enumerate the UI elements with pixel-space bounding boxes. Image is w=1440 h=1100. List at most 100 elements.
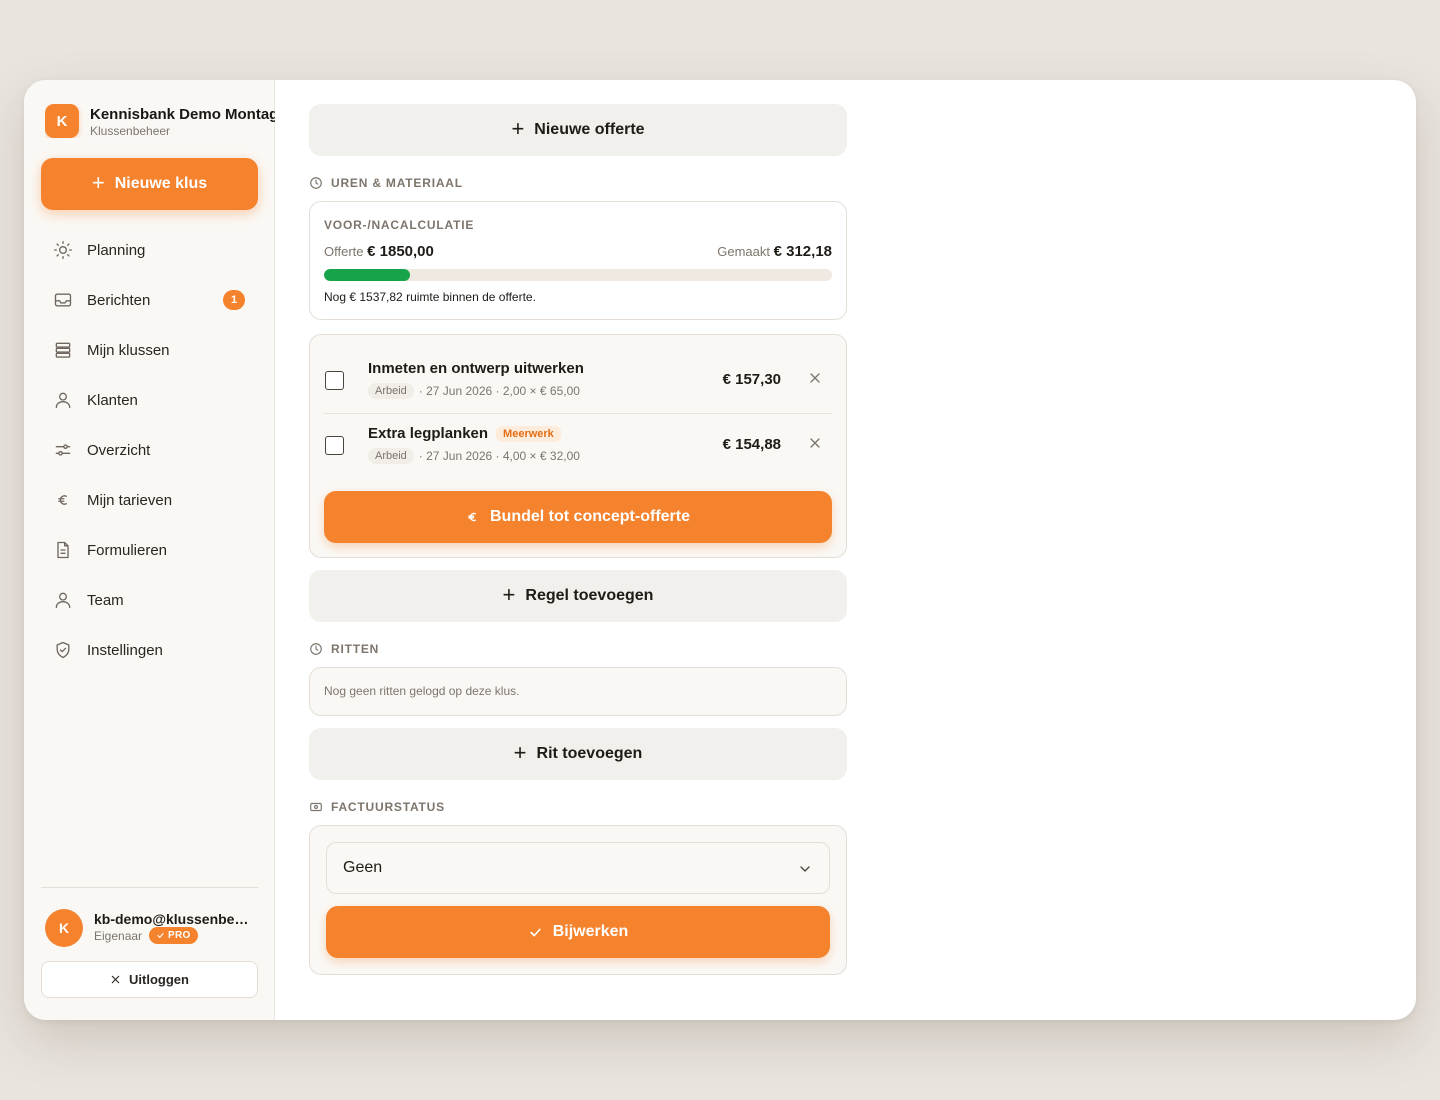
chevron-down-icon xyxy=(800,866,810,872)
hours-section-label: UREN & MATERIAAL xyxy=(331,176,463,190)
add-line-button[interactable]: + Regel toevoegen xyxy=(309,570,847,622)
bundle-quote-button[interactable]: Bundel tot concept-offerte xyxy=(324,491,832,543)
close-icon[interactable] xyxy=(807,435,823,451)
check-icon xyxy=(157,933,164,938)
brand[interactable]: K Kennisbank Demo Montage Klussenbeheer xyxy=(45,104,275,138)
sidebar-nav: Planning Berichten 1 Mijn klussen Klante… xyxy=(41,225,258,675)
logout-label: Uitloggen xyxy=(129,972,189,987)
new-job-button[interactable]: + Nieuwe klus xyxy=(41,158,258,210)
line-item-meta: Arbeid · 27 Jun 2026 · 4,00 × € 32,00 xyxy=(368,448,580,464)
hours-section-heading: UREN & MATERIAAL xyxy=(309,175,463,191)
sidebar-item-formulieren[interactable]: Formulieren xyxy=(41,525,258,575)
quote-amount: Offerte € 1850,00 xyxy=(324,243,434,260)
update-button[interactable]: Bijwerken xyxy=(326,906,830,958)
euro-icon xyxy=(468,512,477,522)
add-trip-button[interactable]: + Rit toevoegen xyxy=(309,728,847,780)
new-quote-label: Nieuwe offerte xyxy=(534,121,645,138)
check-icon xyxy=(530,928,541,936)
add-line-label: Regel toevoegen xyxy=(525,587,654,604)
new-quote-button[interactable]: + Nieuwe offerte xyxy=(309,104,847,156)
spent-amount-label: Gemaakt xyxy=(717,244,770,259)
sidebar-item-label: Overzicht xyxy=(87,441,151,459)
quote-amount-label: Offerte xyxy=(324,244,364,259)
quote-amount-value: € 1850,00 xyxy=(367,243,434,260)
sidebar-item-berichten[interactable]: Berichten 1 xyxy=(41,275,258,325)
sidebar-item-overzicht[interactable]: Overzicht xyxy=(41,425,258,475)
close-icon xyxy=(111,975,120,984)
type-tag: Arbeid xyxy=(368,448,414,464)
sidebar-item-label: Planning xyxy=(87,241,146,259)
sun-icon xyxy=(54,241,73,259)
invoice-section-heading: FACTUURSTATUS xyxy=(309,799,445,815)
brand-logo: K xyxy=(45,104,79,138)
sidebar-item-label: Klanten xyxy=(87,391,138,409)
sidebar-item-mijn-klussen[interactable]: Mijn klussen xyxy=(41,325,258,375)
invoice-status-select[interactable]: Geen xyxy=(326,842,830,894)
bundle-quote-label: Bundel tot concept-offerte xyxy=(490,508,690,525)
line-item-checkbox[interactable] xyxy=(325,436,344,455)
sidebar-divider xyxy=(41,887,258,888)
line-item-title-text: Inmeten en ontwerp uitwerken xyxy=(368,360,584,377)
invoice-section-label: FACTUURSTATUS xyxy=(331,800,445,814)
update-label: Bijwerken xyxy=(552,923,629,940)
add-trip-label: Rit toevoegen xyxy=(536,745,643,762)
pro-badge: PRO xyxy=(149,927,198,944)
plus-icon: + xyxy=(511,116,525,141)
app-window: K Kennisbank Demo Montage Klussenbeheer … xyxy=(24,80,1416,1020)
shield-icon xyxy=(56,641,70,659)
invoice-card: Geen Bijwerken xyxy=(309,825,847,975)
line-item-title-text: Extra legplanken xyxy=(368,425,489,442)
user-role: Eigenaar xyxy=(94,929,143,943)
euro-icon xyxy=(58,495,67,505)
brand-name: Kennisbank Demo Montage xyxy=(90,106,275,123)
sidebar-item-klanten[interactable]: Klanten xyxy=(41,375,258,425)
line-item-checkbox[interactable] xyxy=(325,371,344,390)
line-item-title: Inmeten en ontwerp uitwerken xyxy=(368,360,584,377)
plus-icon: + xyxy=(513,740,527,765)
calculation-card: VOOR-/NACALCULATIE Offerte € 1850,00 Gem… xyxy=(309,201,847,320)
line-item-price: € 154,88 xyxy=(722,436,781,453)
sidebar-item-label: Instellingen xyxy=(87,641,163,659)
stack-icon xyxy=(55,342,71,358)
sidebar: K Kennisbank Demo Montage Klussenbeheer … xyxy=(24,80,275,1020)
brand-subtitle: Klussenbeheer xyxy=(90,124,171,138)
invoice-status-value: Geen xyxy=(343,859,383,876)
sidebar-item-instellingen[interactable]: Instellingen xyxy=(41,625,258,675)
sidebar-item-label: Mijn tarieven xyxy=(87,491,173,509)
plus-icon: + xyxy=(502,582,516,607)
avatar: K xyxy=(45,909,83,947)
banknote-icon xyxy=(310,802,322,812)
user-icon xyxy=(55,392,71,409)
sidebar-item-label: Berichten xyxy=(87,291,151,309)
budget-progress-bar xyxy=(324,269,832,281)
budget-remaining-note: Nog € 1537,82 ruimte binnen de offerte. xyxy=(324,290,536,304)
clock-icon xyxy=(310,177,322,189)
line-items-card: Inmeten en ontwerp uitwerken Arbeid · 27… xyxy=(309,334,847,558)
sidebar-item-label: Team xyxy=(87,591,124,609)
sidebar-item-team[interactable]: Team xyxy=(41,575,258,625)
line-item-meta: Arbeid · 27 Jun 2026 · 2,00 × € 65,00 xyxy=(368,383,580,399)
budget-progress-fill xyxy=(324,269,410,281)
close-icon[interactable] xyxy=(807,370,823,386)
list-item[interactable]: Inmeten en ontwerp uitwerken Arbeid · 27… xyxy=(324,349,832,413)
sidebar-item-label: Formulieren xyxy=(87,541,168,559)
line-item-title: Extra legplanken Meerwerk xyxy=(368,425,561,442)
user-icon xyxy=(55,592,71,609)
spent-amount: Gemaakt € 312,18 xyxy=(717,243,832,260)
clock-icon xyxy=(310,643,322,655)
line-item-price: € 157,30 xyxy=(722,371,781,388)
extra-work-tag: Meerwerk xyxy=(496,425,561,442)
spent-amount-value: € 312,18 xyxy=(773,243,832,260)
logout-button[interactable]: Uitloggen xyxy=(41,961,258,998)
user-profile[interactable]: K kb-demo@klussenbeheer.nl Eigenaar PRO xyxy=(45,908,260,948)
user-email: kb-demo@klussenbeheer.nl xyxy=(94,911,254,927)
trips-section-heading: RITTEN xyxy=(309,641,379,657)
document-icon xyxy=(57,541,69,559)
trips-empty-state: Nog geen ritten gelogd op deze klus. xyxy=(324,684,520,698)
unread-badge: 1 xyxy=(223,290,245,310)
list-item[interactable]: Extra legplanken Meerwerk Arbeid · 27 Ju… xyxy=(324,413,832,477)
trips-section-label: RITTEN xyxy=(331,642,380,656)
sidebar-item-planning[interactable]: Planning xyxy=(41,225,258,275)
sidebar-item-mijn-tarieven[interactable]: Mijn tarieven xyxy=(41,475,258,525)
calculation-title: VOOR-/NACALCULATIE xyxy=(324,218,475,232)
